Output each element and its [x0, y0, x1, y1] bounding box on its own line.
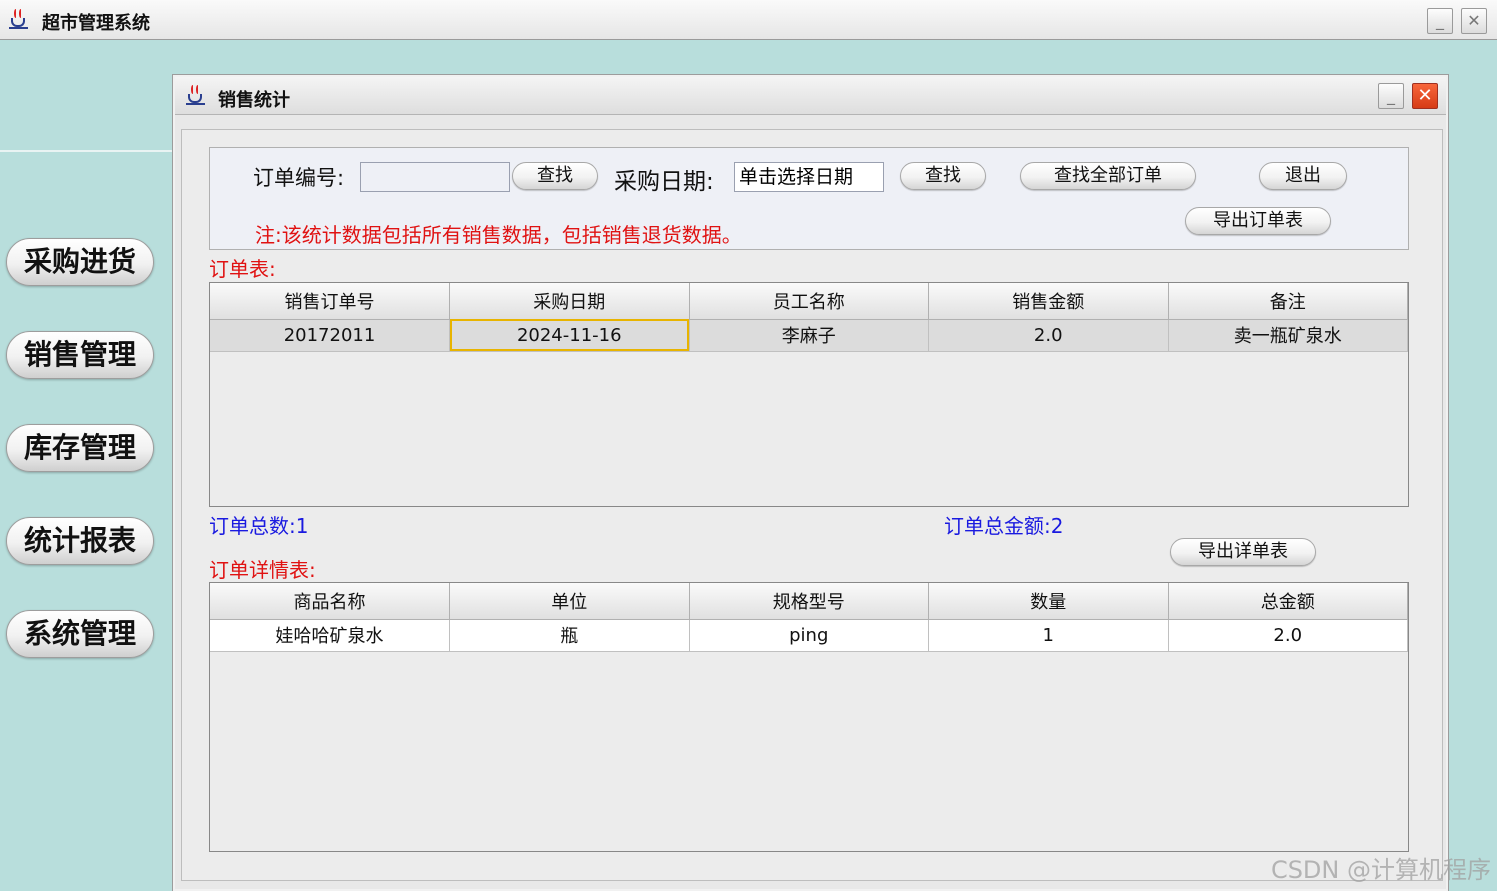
orders-table: 销售订单号 采购日期 员工名称 销售金额 备注 20172011 2024-11… [209, 282, 1409, 507]
inner-close-button[interactable]: ✕ [1412, 83, 1438, 109]
order-date-cell[interactable]: 2024-11-16 [449, 319, 690, 352]
quantity-cell[interactable]: 1 [928, 619, 1169, 652]
sales-stats-body: 订单编号: 查找 采购日期: 单击选择日期 查找 查找全部订单 退出 导出订单表… [181, 129, 1443, 881]
sales-stats-title: 销售统计 [218, 90, 290, 111]
details-table: 商品名称 单位 规格型号 数量 总金额 娃哈哈矿泉水 瓶 ping 1 2.0 [209, 582, 1409, 852]
order-no-cell[interactable]: 20172011 [210, 319, 450, 352]
exit-button[interactable]: 退出 [1259, 162, 1347, 190]
sidebar: 采购进货 销售管理 库存管理 统计报表 系统管理 [0, 150, 175, 891]
search-panel: 订单编号: 查找 采购日期: 单击选择日期 查找 查找全部订单 退出 导出订单表… [209, 147, 1409, 250]
order-total-count: 订单总数:1 [209, 514, 309, 538]
sidebar-item-sales[interactable]: 销售管理 [6, 331, 154, 379]
find-all-orders-button[interactable]: 查找全部订单 [1020, 162, 1196, 190]
total-amount-cell[interactable]: 2.0 [1168, 619, 1408, 652]
date-picker-field[interactable]: 单击选择日期 [734, 162, 884, 192]
employee-cell[interactable]: 李麻子 [689, 319, 929, 352]
table-row[interactable]: 娃哈哈矿泉水 瓶 ping 1 2.0 [210, 619, 1408, 652]
order-no-label: 订单编号: [253, 166, 345, 190]
column-header[interactable]: 备注 [1168, 283, 1408, 320]
date-label: 采购日期: [614, 169, 714, 195]
details-section-label: 订单详情表: [209, 558, 316, 582]
find-order-button[interactable]: 查找 [512, 162, 598, 190]
spec-cell[interactable]: ping [689, 619, 929, 652]
find-by-date-button[interactable]: 查找 [900, 162, 986, 190]
unit-cell[interactable]: 瓶 [449, 619, 690, 652]
sales-stats-window: 销售统计 _ ✕ 订单编号: 查找 采购日期: 单击选择日期 查找 查找全部订单… [173, 75, 1448, 891]
remark-cell[interactable]: 卖一瓶矿泉水 [1168, 319, 1408, 352]
minimize-button[interactable]: _ [1427, 8, 1453, 34]
table-row[interactable]: 20172011 2024-11-16 李麻子 2.0 卖一瓶矿泉水 [210, 319, 1408, 352]
column-header[interactable]: 单位 [449, 583, 690, 620]
export-orders-button[interactable]: 导出订单表 [1185, 207, 1331, 235]
java-cup-icon [8, 8, 30, 30]
column-header[interactable]: 商品名称 [210, 583, 450, 620]
sidebar-item-inventory[interactable]: 库存管理 [6, 424, 154, 472]
watermark: CSDN @计算机程序 [1270, 856, 1491, 884]
export-details-button[interactable]: 导出详单表 [1170, 538, 1316, 566]
order-no-input[interactable] [360, 162, 510, 192]
sidebar-item-reports[interactable]: 统计报表 [6, 517, 154, 565]
main-window-title: 超市管理系统 [42, 13, 150, 34]
java-cup-icon [185, 84, 207, 106]
orders-header-row: 销售订单号 采购日期 员工名称 销售金额 备注 [210, 283, 1408, 320]
column-header[interactable]: 销售金额 [928, 283, 1169, 320]
column-header[interactable]: 规格型号 [689, 583, 929, 620]
sales-stats-titlebar[interactable]: 销售统计 _ ✕ [175, 77, 1446, 115]
column-header[interactable]: 销售订单号 [210, 283, 450, 320]
column-header[interactable]: 总金额 [1168, 583, 1408, 620]
details-header-row: 商品名称 单位 规格型号 数量 总金额 [210, 583, 1408, 620]
order-total-amount: 订单总金额:2 [944, 514, 1064, 538]
column-header[interactable]: 采购日期 [449, 283, 690, 320]
column-header[interactable]: 员工名称 [689, 283, 929, 320]
stats-note: 注:该统计数据包括所有销售数据，包括销售退货数据。 [255, 223, 742, 247]
column-header[interactable]: 数量 [928, 583, 1169, 620]
product-name-cell[interactable]: 娃哈哈矿泉水 [210, 619, 450, 652]
inner-minimize-button[interactable]: _ [1378, 83, 1404, 109]
main-titlebar: 超市管理系统 _ ✕ [0, 0, 1497, 40]
orders-section-label: 订单表: [209, 257, 276, 281]
sidebar-item-purchase[interactable]: 采购进货 [6, 238, 154, 286]
close-button[interactable]: ✕ [1461, 8, 1487, 34]
amount-cell[interactable]: 2.0 [928, 319, 1169, 352]
sidebar-item-system[interactable]: 系统管理 [6, 610, 154, 658]
